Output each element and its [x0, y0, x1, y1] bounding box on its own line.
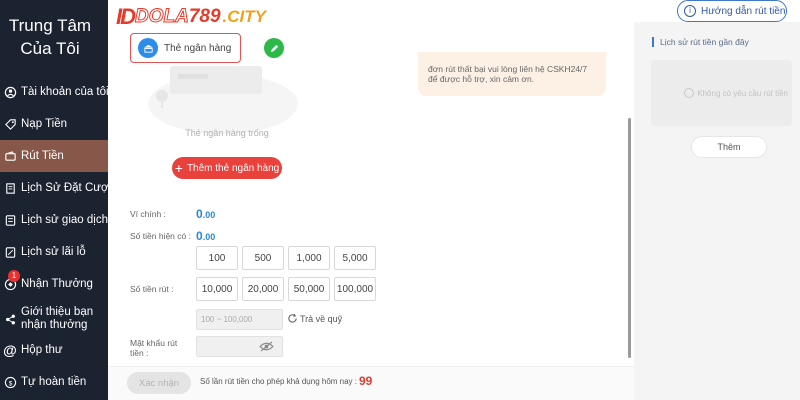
- amount-option[interactable]: 10,000: [196, 277, 238, 301]
- current-balance-decimals: .00: [202, 232, 216, 242]
- withdraw-guide-label: Hướng dẫn rút tiền: [701, 5, 786, 17]
- history-empty-text: Không có yêu cầu rút tiền: [697, 88, 788, 98]
- password-label: Mật khẩu rút tiền :: [130, 338, 178, 358]
- sidebar-item-profit-loss[interactable]: Lịch sử lãi lỗ: [0, 236, 108, 268]
- sidebar-item-bet-history[interactable]: Lịch Sử Đặt Cược: [0, 172, 114, 204]
- amount-option[interactable]: 1,000: [288, 246, 330, 270]
- history-title: Lịch sử rút tiền gần đây: [652, 37, 749, 47]
- main-wallet-amount: 0: [196, 207, 203, 221]
- bank-card-tab[interactable]: Thẻ ngân hàng: [130, 33, 241, 63]
- scrollbar-thumb[interactable]: [628, 118, 631, 358]
- sidebar-item-referral[interactable]: Giới thiệu bạn nhận thưởng: [0, 300, 108, 338]
- svg-text:$: $: [8, 380, 12, 387]
- plus-icon: +: [174, 160, 183, 176]
- sidebar-item-auto-refund[interactable]: $ Tự hoàn tiền: [0, 366, 108, 398]
- amount-option[interactable]: 100,000: [334, 277, 376, 301]
- sidebar-item-account[interactable]: Tài khoản của tôi: [0, 76, 109, 108]
- withdraw-amount-input[interactable]: 100 ~ 100,000: [196, 309, 283, 330]
- amount-option[interactable]: 20,000: [242, 277, 284, 301]
- amount-option[interactable]: 500: [242, 246, 284, 270]
- sidebar-item-label: Rút Tiền: [21, 150, 64, 162]
- refund-icon: $: [3, 375, 17, 389]
- add-bank-card-label: Thêm thẻ ngân hàng: [186, 162, 280, 174]
- sidebar-item-label: Lịch sử lãi lỗ: [21, 246, 86, 258]
- sidebar-item-label: Tự hoàn tiền: [21, 376, 87, 388]
- withdraw-amount-label: Số tiền rút :: [130, 284, 174, 294]
- empty-bank-text: Thẻ ngân hàng trống: [185, 128, 269, 138]
- tag-icon: [3, 117, 17, 131]
- main-wallet-decimals: .00: [202, 210, 216, 220]
- sidebar-title-line1: Trung Tâm: [8, 16, 92, 35]
- logo-word: DOLA789: [135, 6, 221, 28]
- pencil-icon: [270, 44, 278, 52]
- main-wallet-label: Ví chính :: [130, 209, 166, 219]
- wallet-icon: [3, 149, 17, 163]
- empty-icon: [684, 88, 695, 98]
- sidebar: Trung Tâm Của Tôi Tài khoản của tôi Nạp …: [0, 0, 114, 400]
- current-balance-value: 0.00: [196, 229, 215, 243]
- sidebar-item-transaction-history[interactable]: Lịch sử giao dịch: [0, 204, 108, 236]
- share-icon: [3, 312, 17, 326]
- current-balance-amount: 0: [196, 229, 203, 243]
- question-icon: i: [684, 5, 696, 17]
- list-icon: [3, 213, 17, 227]
- bank-icon: [138, 38, 158, 58]
- sidebar-title: Trung Tâm Của Tôi: [0, 14, 100, 60]
- sidebar-item-label: Hộp thư: [21, 344, 63, 356]
- user-icon: [3, 85, 17, 99]
- sidebar-item-label: Lịch sử giao dịch: [21, 214, 108, 226]
- at-icon: @: [3, 342, 17, 358]
- sidebar-item-withdraw[interactable]: Rút Tiền: [0, 140, 108, 172]
- sidebar-item-inbox[interactable]: @ Hộp thư: [0, 334, 108, 366]
- withdraw-guide-button[interactable]: i Hướng dẫn rút tiền: [677, 0, 787, 22]
- main-wallet-value: 0.00: [196, 207, 215, 221]
- return-to-fund-button[interactable]: Trả về quỹ: [287, 313, 342, 324]
- sidebar-item-label: Tài khoản của tôi: [21, 86, 109, 98]
- bank-card-tab-label: Thẻ ngân hàng: [164, 42, 232, 54]
- sidebar-item-deposit[interactable]: Nạp Tiền: [0, 108, 108, 140]
- sidebar-item-label: Lịch Sử Đặt Cược: [21, 182, 115, 194]
- notice-box: đơn rút thất bại vui lòng liên hệ CSKH24…: [418, 52, 606, 96]
- add-bank-card-button[interactable]: + Thêm thẻ ngân hàng: [172, 157, 282, 179]
- logo-word-digits: 789: [188, 6, 221, 27]
- password-input[interactable]: [196, 336, 283, 357]
- withdraw-amount-placeholder: 100 ~ 100,000: [201, 315, 253, 324]
- brand-logo: ID DOLA789 .CITY: [116, 4, 266, 30]
- chart-icon: [3, 245, 17, 259]
- empty-card-illustration: [148, 66, 298, 134]
- return-to-fund-label: Trả về quỹ: [300, 313, 343, 324]
- sidebar-title-line2: Của Tôi: [20, 39, 80, 58]
- logo-word-prefix: DOLA: [135, 6, 190, 28]
- logo-mark: ID: [116, 4, 136, 29]
- amount-option[interactable]: 50,000: [288, 277, 330, 301]
- amount-option[interactable]: 5,000: [334, 246, 376, 270]
- rewards-badge: 1: [8, 270, 20, 282]
- refresh-icon: [288, 313, 297, 323]
- today-limit-text: Số lần rút tiền cho phép khả dụng hôm na…: [200, 377, 357, 386]
- confirm-button[interactable]: Xác nhận: [127, 372, 191, 394]
- history-empty: Không có yêu cầu rút tiền: [651, 60, 792, 126]
- sidebar-item-label: Giới thiệu bạn nhận thưởng: [21, 306, 94, 331]
- current-balance-label: Số tiền hiện có :: [130, 231, 191, 241]
- document-icon: [3, 181, 17, 195]
- today-limit-count: 99: [359, 374, 373, 388]
- logo-suffix: .CITY: [222, 7, 266, 26]
- sidebar-item-label: Nạp Tiền: [21, 118, 68, 130]
- eye-off-icon[interactable]: [259, 341, 274, 352]
- amount-option[interactable]: 100: [196, 246, 238, 270]
- sidebar-item-label: Nhận Thưởng: [21, 278, 93, 290]
- history-more-button[interactable]: Thêm: [691, 136, 767, 158]
- notice-text: đơn rút thất bại vui lòng liên hệ CSKH24…: [428, 64, 588, 84]
- edit-button[interactable]: [264, 38, 284, 58]
